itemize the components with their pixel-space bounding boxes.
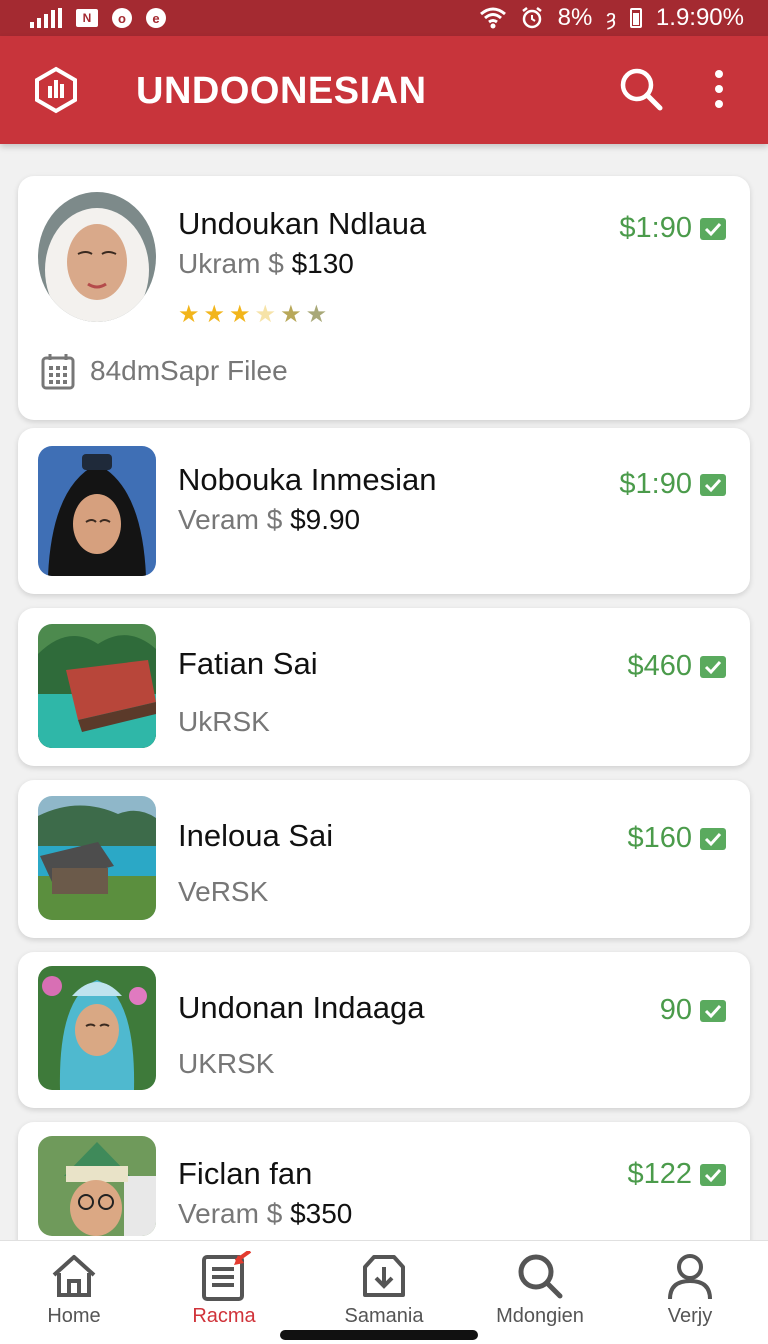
status-left-icons: N o e	[30, 8, 166, 28]
listing-title: Ineloua Sai	[178, 818, 334, 853]
listing-subtitle: Veram $ $9.90	[178, 504, 360, 536]
listing-title: Ficlan fan	[178, 1156, 313, 1191]
listing-sub-label: UKRSK	[178, 1048, 275, 1079]
listing-subtitle: VeRSK	[178, 876, 268, 908]
nav-label: Verjy	[667, 1305, 713, 1327]
listing-price: $460	[627, 650, 692, 682]
listing-sub-label: Veram $	[178, 504, 283, 535]
status-right-icons: 8% ȝ 1.9:90%	[479, 4, 744, 32]
list-icon	[202, 1251, 252, 1301]
listing-price: $160	[627, 822, 692, 854]
listing-subtitle: Ukram $ $130	[178, 248, 354, 280]
nav-label: Samania	[344, 1305, 424, 1327]
home-icon	[52, 1255, 96, 1297]
app-bar: UNDOONESIAN	[0, 36, 768, 144]
search-icon	[518, 1254, 563, 1299]
verified-check-icon	[700, 828, 726, 850]
listing-price: 90	[659, 994, 692, 1026]
status-time: 1.9:90%	[655, 4, 744, 31]
list-item[interactable]: Nobouka Inmesian Veram $ $9.90 $1:90	[18, 428, 750, 594]
list-item[interactable]: Undonan Indaaga UKRSK 90	[18, 952, 750, 1108]
star-icon: ★	[280, 301, 302, 328]
nav-item-verjy[interactable]: Verjy	[630, 1251, 750, 1328]
vibrate-icon: ȝ	[606, 5, 616, 30]
verified-check-icon	[700, 1164, 726, 1186]
bottom-nav: Home Racma Samania Mdongien Verjy	[0, 1240, 768, 1344]
search-icon[interactable]	[618, 66, 664, 112]
listing-sub-label: Veram $	[178, 1198, 283, 1229]
list-item[interactable]: Ineloua Sai VeRSK $160	[18, 780, 750, 938]
listing-footer-text: 84dmSapr Filee	[90, 355, 288, 386]
star-icon: ★	[229, 301, 251, 328]
building-icon	[41, 354, 75, 390]
listing-title: Undoukan Ndlaua	[178, 206, 427, 241]
listing-thumbnail	[38, 446, 156, 576]
nav-label: Racma	[192, 1305, 256, 1327]
star-icon: ★	[203, 301, 226, 328]
alarm-icon	[521, 7, 542, 29]
nav-item-racma[interactable]: Racma	[164, 1251, 284, 1328]
star-half-icon: ★	[254, 301, 277, 328]
listing-title: Undonan Indaaga	[178, 990, 425, 1025]
verified-check-icon	[700, 218, 726, 240]
star-icon: ★	[178, 301, 200, 328]
nav-item-home[interactable]: Home	[14, 1251, 134, 1328]
download-icon	[363, 1255, 405, 1297]
listing-thumbnail	[38, 192, 156, 322]
listing-sub-amount: $130	[291, 248, 354, 279]
listing-subtitle: Veram $ $350	[178, 1198, 352, 1230]
message-notification-icon: e	[146, 8, 166, 28]
listing-price: $1:90	[619, 212, 692, 244]
listing-thumbnail	[38, 796, 156, 920]
notification-icon: N	[76, 9, 98, 27]
nav-label: Home	[47, 1305, 101, 1327]
listing-subtitle: UkRSK	[178, 706, 270, 738]
status-bar: N o e 8% ȝ 1.9:90%	[0, 0, 768, 36]
hexagon-bars-icon[interactable]	[32, 66, 80, 114]
listing-thumbnail	[38, 1136, 156, 1236]
battery-percent: 8%	[557, 4, 593, 31]
list-item[interactable]: Fatian Sai UkRSK $460	[18, 608, 750, 766]
listing-title: Fatian Sai	[178, 646, 318, 681]
wifi-icon	[479, 7, 506, 29]
listing-sub-label: Ukram $	[178, 248, 284, 279]
listing-thumbnail	[38, 624, 156, 748]
listing-sub-label: UkRSK	[178, 706, 270, 737]
listing-subtitle: UKRSK	[178, 1048, 274, 1080]
nav-item-samania[interactable]: Samania	[324, 1251, 444, 1328]
listing-sub-label: VeRSK	[178, 876, 269, 907]
app-title: UNDOONESIAN	[136, 70, 427, 112]
listing-sub-amount: $350	[290, 1198, 353, 1229]
nav-item-mdongien[interactable]: Mdongien	[480, 1251, 600, 1328]
listing-price: $1:90	[619, 468, 692, 500]
rating-stars: ★ ★ ★ ★ ★ ★	[178, 300, 327, 329]
listing-title: Nobouka Inmesian	[178, 462, 437, 497]
more-vert-icon[interactable]	[702, 66, 736, 112]
signal-icon	[30, 8, 62, 28]
list-item[interactable]: Undoukan Ndlaua Ukram $ $130 ★ ★ ★ ★ ★ ★…	[18, 176, 750, 420]
listing-thumbnail	[38, 966, 156, 1090]
verified-check-icon	[700, 1000, 726, 1022]
star-icon: ★	[305, 301, 328, 328]
listing-price: $122	[627, 1158, 692, 1190]
app-notification-icon: o	[112, 8, 132, 28]
user-icon	[668, 1254, 712, 1300]
verified-check-icon	[700, 656, 726, 678]
home-indicator[interactable]	[280, 1330, 478, 1340]
battery-icon	[629, 8, 642, 28]
nav-label: Mdongien	[496, 1305, 584, 1327]
listing-sub-amount: $9.90	[290, 504, 361, 535]
verified-check-icon	[700, 474, 726, 496]
listing-footer: 84dmSapr Filee	[40, 352, 288, 390]
